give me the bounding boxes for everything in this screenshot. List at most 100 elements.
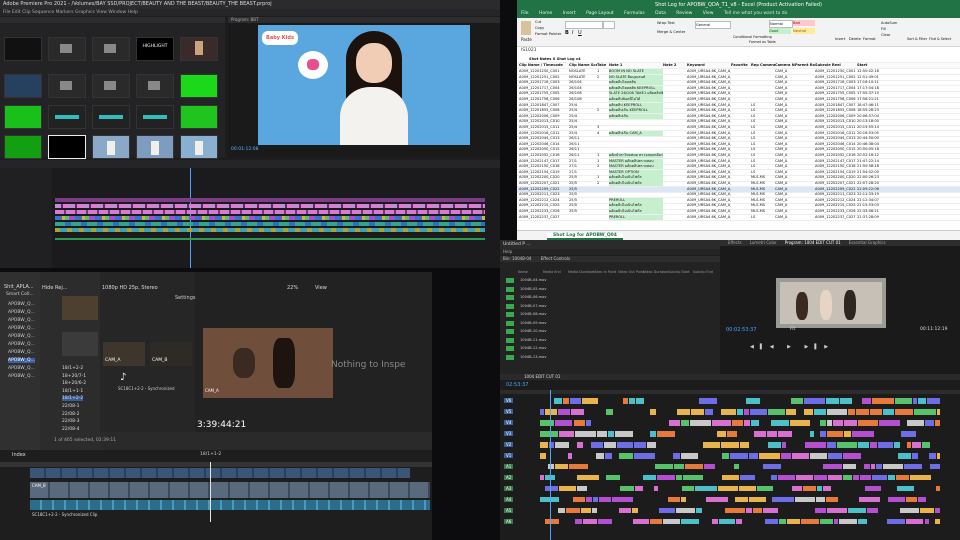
folder-thumb[interactable] — [136, 74, 174, 98]
table-cell[interactable]: 20:06:57:04 — [857, 114, 891, 119]
table-cell[interactable]: CAM_A — [775, 97, 795, 102]
timeline-clip[interactable] — [822, 486, 832, 491]
timeline-clip[interactable] — [904, 464, 923, 469]
bold-button[interactable]: B — [565, 30, 569, 36]
bin-column-header[interactable]: Subclip End — [693, 270, 713, 274]
timeline-clip[interactable] — [681, 486, 695, 491]
audio-track[interactable] — [55, 228, 485, 232]
timeline-clip[interactable] — [817, 486, 822, 491]
timeline-clip[interactable] — [937, 409, 940, 415]
tab-data[interactable]: Data — [655, 11, 666, 16]
table-cell[interactable]: NO SLATE ยิ้มมุมเลนส์ — [609, 74, 663, 80]
table-cell[interactable]: MLS-MS — [751, 198, 775, 203]
sheet-tab[interactable]: Shot Log for APOBW_Q04 — [547, 233, 623, 240]
timeline-clip[interactable] — [825, 398, 839, 404]
audio-thumb[interactable] — [48, 105, 86, 129]
timeline-clip[interactable] — [616, 442, 634, 448]
timeline-clip[interactable] — [936, 453, 940, 459]
timeline-clip[interactable] — [826, 431, 843, 437]
timeline-clip[interactable] — [553, 398, 563, 404]
timeline-clip[interactable] — [695, 508, 702, 513]
timeline-clip[interactable] — [918, 398, 927, 404]
timeline-clip[interactable] — [748, 497, 766, 502]
table-cell[interactable]: NOSLATE — [569, 75, 597, 80]
timeline-clip[interactable] — [658, 508, 676, 513]
timeline-clip[interactable] — [819, 420, 827, 426]
table-cell[interactable]: ผลัดคลิปโคลสอัพ KEEPROLL — [609, 85, 663, 91]
timeline-clip[interactable] — [615, 431, 633, 437]
bin-item[interactable]: 1004B-09.mov — [520, 321, 546, 325]
table-cell[interactable]: ผลัดคลิปไม่เป็นโฟกัส — [609, 181, 663, 187]
timeline-clip[interactable] — [898, 453, 911, 459]
timeline-clip[interactable] — [597, 431, 608, 437]
copy-button[interactable]: Copy — [535, 26, 544, 30]
clip-list-item[interactable]: 22/08-3 — [62, 419, 79, 424]
timeline-clip[interactable] — [545, 519, 559, 524]
timeline-clip[interactable] — [647, 442, 656, 448]
timeline-clip[interactable] — [749, 453, 758, 459]
bin-column-header[interactable]: Subclip Start — [668, 270, 690, 274]
timeline-clip[interactable] — [777, 431, 793, 437]
table-cell[interactable]: A009_12201716_C003 — [519, 80, 569, 85]
table-cell[interactable]: 26/11 — [569, 142, 597, 147]
timeline-clip[interactable] — [907, 442, 912, 448]
bin-item[interactable]: 1004B-13.mov — [520, 355, 546, 359]
table-cell[interactable]: 20:15:55:14 — [857, 125, 891, 130]
timeline-clip[interactable] — [827, 475, 842, 480]
timeline-clip[interactable] — [843, 431, 851, 437]
table-cell[interactable]: A009_12202044_C013 — [519, 136, 569, 141]
timeline-clip[interactable] — [632, 508, 639, 513]
timeline-clip[interactable] — [858, 497, 880, 502]
bin-column-header[interactable]: Media End — [543, 270, 561, 274]
monitor-tab[interactable]: Effects — [728, 240, 742, 245]
timeline-clip[interactable] — [650, 409, 656, 415]
table-cell[interactable]: CAM_A — [775, 181, 795, 186]
timeline-clip[interactable] — [800, 519, 819, 524]
timeline-clip[interactable] — [882, 409, 895, 415]
table-cell[interactable]: 20:16:53:05 — [857, 131, 891, 136]
table-cell[interactable]: ผลัดคลิปโคลสอัพ — [609, 80, 663, 86]
timeline-clip[interactable] — [745, 398, 761, 404]
table-cell[interactable]: CAM_A — [775, 136, 795, 141]
timeline-clip[interactable] — [663, 519, 681, 524]
table-cell[interactable]: MLS-MS — [751, 175, 775, 180]
table-cell[interactable]: A009_URSA4.6K_CAM_A_Q04 — [687, 181, 731, 186]
bin-column-header[interactable]: Name — [518, 270, 528, 274]
table-cell[interactable]: 25/5 — [569, 209, 597, 214]
table-cell[interactable]: 4 — [597, 131, 609, 136]
table-cell[interactable]: 22:00:26:23 — [857, 175, 891, 180]
timeline-clip[interactable] — [619, 453, 634, 459]
event-item[interactable]: APOBW_Q... — [8, 374, 35, 379]
greenscreen-thumb[interactable] — [4, 105, 42, 129]
program-label[interactable]: Program: BBT — [228, 17, 500, 23]
audio-track[interactable] — [55, 238, 485, 240]
audio-waveform[interactable] — [30, 500, 430, 510]
table-cell[interactable]: CAM_A — [775, 125, 795, 130]
timeline-clip[interactable] — [914, 409, 937, 415]
timeline-clip[interactable] — [810, 431, 815, 437]
timeline-clip[interactable] — [816, 497, 825, 502]
audio-thumb[interactable] — [136, 105, 174, 129]
timeline-clip[interactable] — [791, 486, 803, 491]
paste-button[interactable]: Paste — [521, 37, 532, 42]
clip-thumb[interactable] — [48, 135, 86, 159]
table-cell[interactable]: CAM_A — [775, 75, 795, 80]
timeline-clip[interactable] — [593, 497, 598, 502]
table-cell[interactable]: CAM_A — [775, 142, 795, 147]
table-cell[interactable]: 20:13:18:00 — [857, 119, 891, 124]
timeline-clip[interactable] — [823, 464, 843, 469]
table-cell[interactable]: 26/108 — [569, 97, 597, 102]
table-cell[interactable]: CAM_A — [775, 159, 795, 164]
table-cell[interactable]: A009_12202013_C010 — [815, 119, 857, 124]
timeline-clip[interactable] — [899, 508, 919, 513]
timeline-clip[interactable] — [673, 453, 680, 459]
timeline-clip[interactable] — [842, 475, 853, 480]
timeline-clip[interactable] — [744, 409, 749, 415]
table-cell[interactable]: 22:37:28:09 — [857, 215, 891, 220]
table-cell[interactable]: ผลัดน้ำตาไหลหมด ตรวจสอบหลังถ่ายทำ — [609, 153, 663, 159]
column-header[interactable]: Subrole Reel — [815, 63, 857, 68]
table-cell[interactable]: A009_URSA4.6K_CAM_A_Q04 — [687, 103, 731, 108]
timeline-clip[interactable] — [540, 442, 549, 448]
table-cell[interactable]: 17:55:37:10 — [857, 91, 891, 96]
timeline-clip[interactable] — [921, 442, 931, 448]
